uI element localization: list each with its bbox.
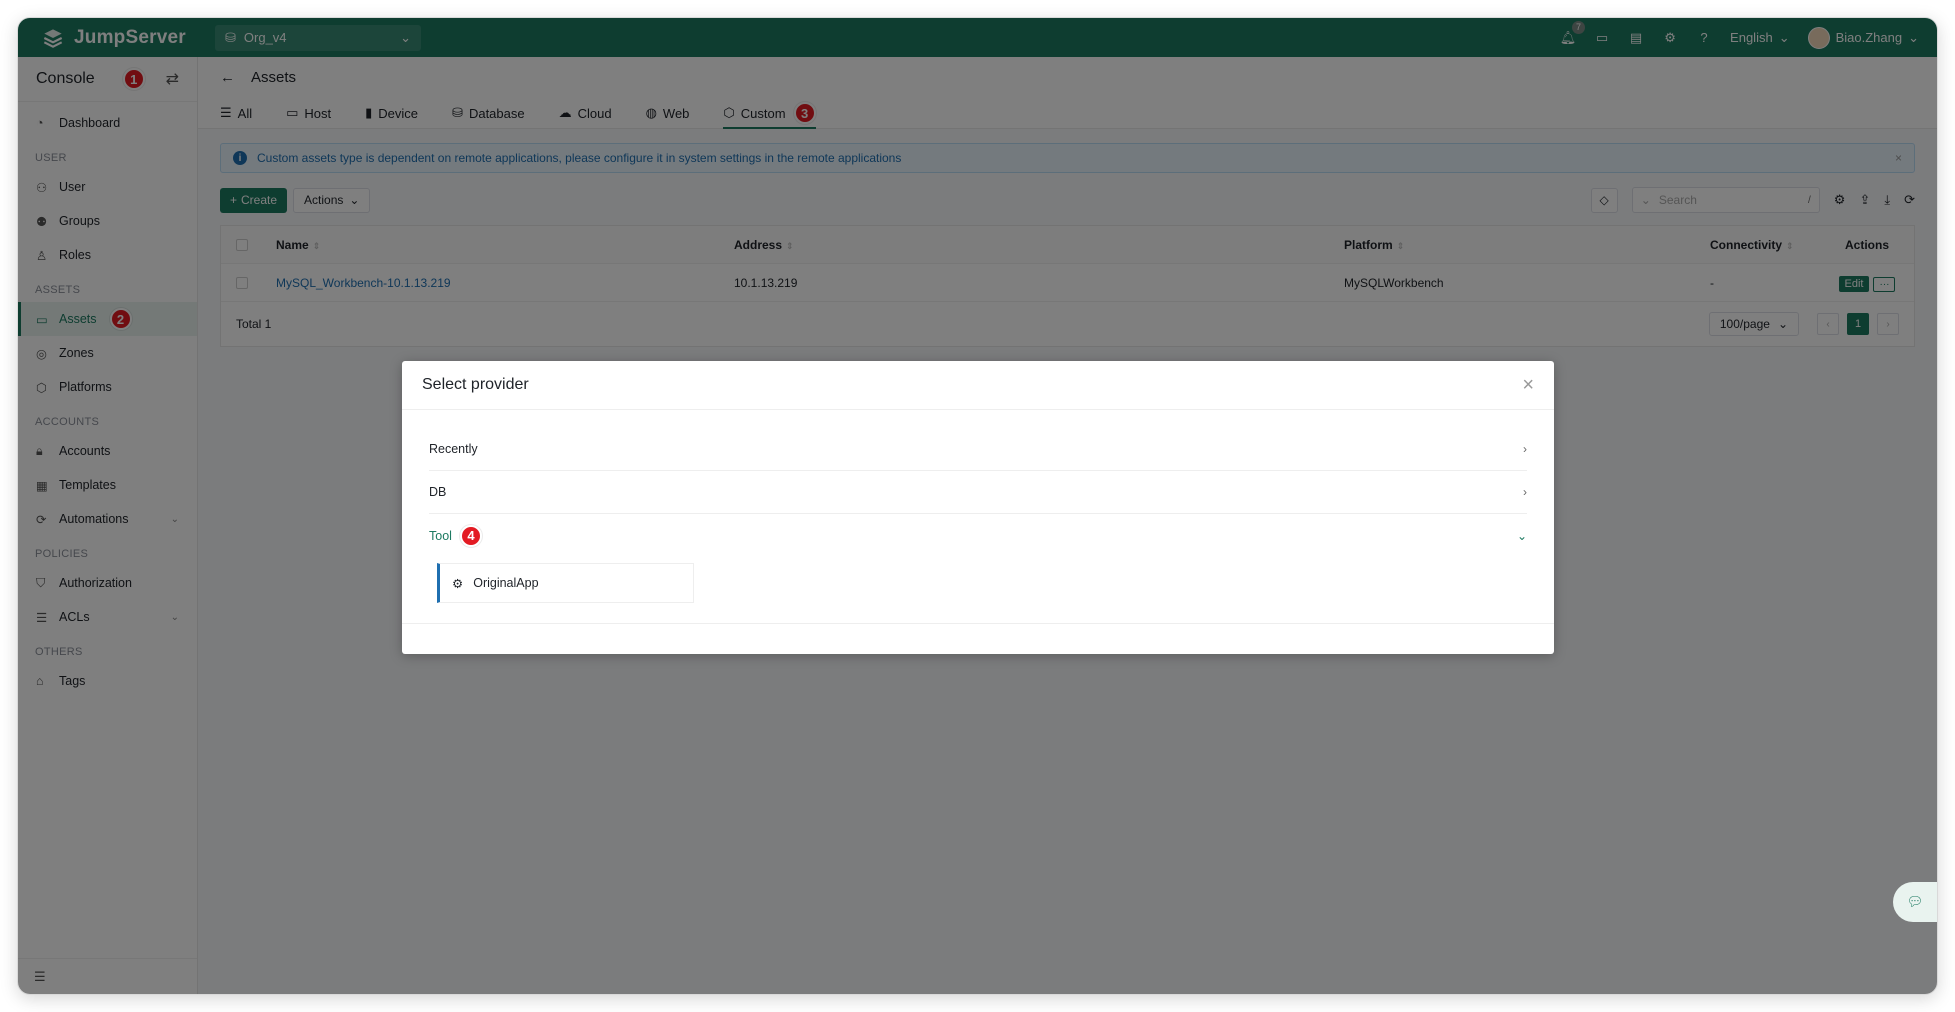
provider-group-db[interactable]: DB › [429, 471, 1527, 514]
close-icon[interactable]: × [1522, 374, 1534, 397]
provider-option-originalapp[interactable]: ⚙ OriginalApp [437, 563, 694, 603]
annotation-badge-4: 4 [459, 524, 482, 547]
chevron-right-icon: › [1523, 485, 1527, 499]
dialog-title: Select provider [422, 376, 529, 393]
select-provider-dialog: Select provider × Recently › DB › Tool 4… [402, 361, 1554, 654]
group-label: Recently [429, 442, 478, 456]
dialog-body: Recently › DB › Tool 4 ⌄ ⚙ OriginalApp [402, 410, 1554, 603]
provider-label: OriginalApp [473, 576, 539, 590]
chat-icon: 💬︎ [1906, 894, 1924, 909]
chevron-right-icon: › [1523, 442, 1527, 456]
dialog-header: Select provider × [402, 361, 1554, 410]
group-label: Tool [429, 528, 452, 543]
app-icon: ⚙ [452, 576, 464, 591]
provider-group-tool[interactable]: Tool 4 ⌄ [429, 514, 1527, 557]
dialog-footer [402, 623, 1554, 624]
chevron-down-icon: ⌄ [1516, 528, 1527, 543]
chat-support-button[interactable]: 💬︎ [1893, 882, 1937, 922]
provider-group-recently[interactable]: Recently › [429, 428, 1527, 471]
group-label: DB [429, 485, 447, 499]
app-window: JumpServer ⛁ Org_v4 ⌄ 🔔︎7 ▭ ▤ ⚙ ? Englis… [18, 18, 1937, 994]
